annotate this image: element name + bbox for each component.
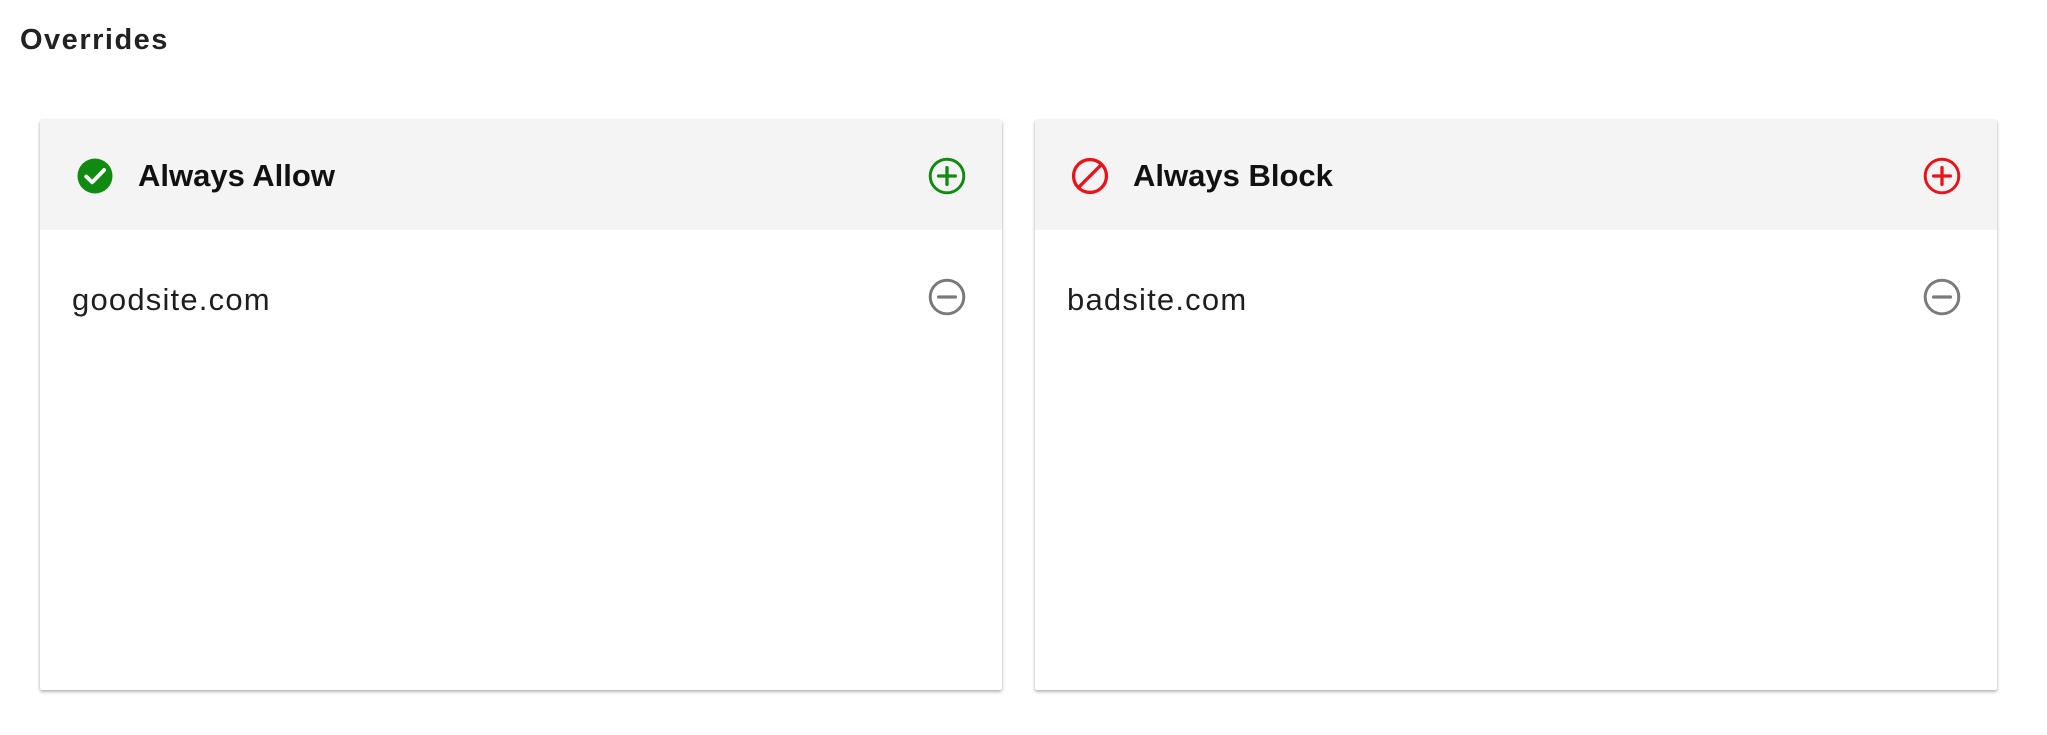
overrides-page: Overrides Always Allow goodsite.com Alwa…	[0, 0, 2047, 735]
list-item: badsite.com	[1035, 230, 1997, 376]
section-title: Overrides	[20, 24, 169, 56]
always-allow-card: Always Allow goodsite.com	[40, 120, 1002, 690]
always-block-title: Always Block	[1133, 158, 1333, 193]
minus-circle-icon	[928, 278, 966, 316]
plus-circle-icon	[928, 157, 966, 195]
remove-allowed-site-button[interactable]	[926, 276, 968, 318]
list-item: goodsite.com	[40, 230, 1002, 376]
block-icon	[1071, 157, 1109, 195]
blocked-domain: badsite.com	[1067, 282, 1248, 317]
add-blocked-site-button[interactable]	[1921, 155, 1963, 197]
always-block-list: badsite.com	[1035, 230, 1997, 376]
allowed-domain: goodsite.com	[72, 282, 271, 317]
remove-blocked-site-button[interactable]	[1921, 276, 1963, 318]
plus-circle-icon	[1923, 157, 1961, 195]
minus-circle-icon	[1923, 278, 1961, 316]
check-circle-icon	[77, 158, 113, 194]
always-allow-list: goodsite.com	[40, 230, 1002, 376]
always-block-card: Always Block badsite.com	[1035, 120, 1997, 690]
always-allow-title: Always Allow	[138, 158, 335, 193]
add-allowed-site-button[interactable]	[926, 155, 968, 197]
always-allow-header: Always Allow	[40, 120, 1002, 230]
always-block-header: Always Block	[1035, 120, 1997, 230]
